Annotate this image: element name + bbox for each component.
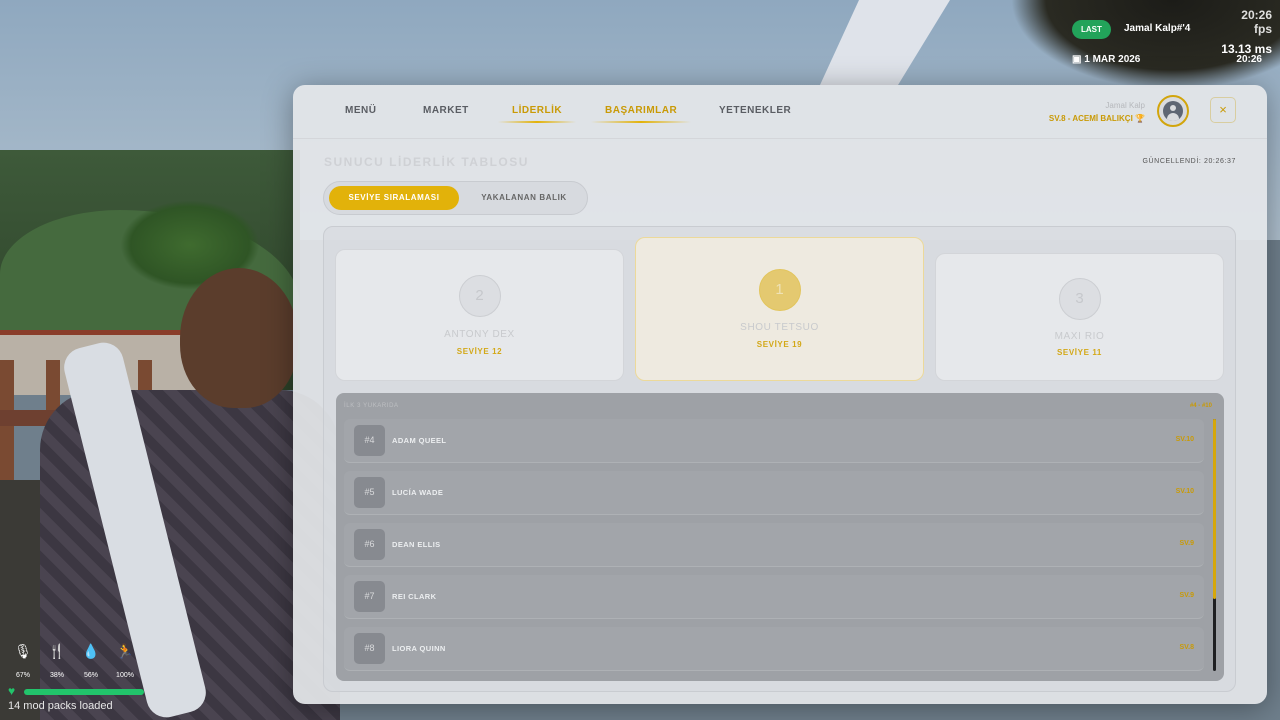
scrollbar[interactable] [1213, 419, 1216, 671]
tab-skills[interactable]: YETENEKLER [719, 105, 791, 116]
stamina-stat: 🏃 100% [110, 642, 140, 679]
player-name: REI CLARK [392, 592, 437, 601]
food-stat: 🍴 38% [42, 642, 72, 679]
hud-date: ▣ 1 MAR 2026 [1072, 54, 1140, 65]
podium-level: SEVİYE 19 [756, 340, 803, 349]
player-name: DEAN ELLIS [392, 540, 441, 549]
profile-info: Jamal Kalp SV.8 - ACEMİ BALIKÇI 🏆 [1049, 101, 1145, 123]
scrollbar-thumb[interactable] [1213, 419, 1216, 599]
rank-badge: 1 [758, 269, 801, 311]
segment-fish-caught[interactable]: YAKALANAN BALIK [464, 186, 584, 210]
podium-second[interactable]: 2 ANTONY DEX SEVİYE 12 [335, 249, 624, 381]
podium-third[interactable]: 3 MAXI RIO SEVİYE 11 [935, 253, 1224, 381]
tab-menu[interactable]: MENÜ [345, 105, 376, 116]
date-text: 1 MAR 2026 [1084, 54, 1141, 65]
tab-achievements[interactable]: BAŞARIMLAR [590, 105, 692, 123]
fork-knife-icon: 🍴 [48, 643, 66, 659]
podium-name: ANTONY DEX [444, 329, 515, 340]
updated-time: GÜNCELLENDİ: 20:26:37 [1142, 158, 1236, 165]
page-title: SUNUCU LİDERLİK TABLOSU [324, 155, 529, 169]
list-item[interactable]: #6 DEAN ELLIS SV.9 [344, 523, 1204, 567]
list-item[interactable]: #8 LIORA QUINN SV.8 [344, 627, 1204, 671]
stamina-value: 100% [116, 672, 134, 679]
last-badge: LAST [1072, 20, 1111, 39]
user-icon [1163, 101, 1183, 121]
list-item[interactable]: #7 REI CLARK SV.9 [344, 575, 1204, 619]
water-value: 56% [83, 672, 98, 679]
podium-name: SHOU TETSUO [740, 322, 819, 333]
heart-icon: ♥ [8, 684, 16, 698]
list-item[interactable]: #4 ADAM QUEEL SV.10 [344, 419, 1204, 463]
mic-value: 67% [15, 672, 30, 679]
list-item[interactable]: #5 LUCÍA WADE SV.10 [344, 471, 1204, 515]
player-name: Jamal Kalp#'4 [1124, 23, 1191, 34]
health-bar [24, 689, 144, 695]
close-button[interactable]: × [1210, 97, 1236, 123]
segment-control: SEVİYE SIRALAMASI YAKALANAN BALIK [323, 181, 588, 215]
rank-number: #7 [354, 581, 385, 612]
food-value: 38% [49, 672, 64, 679]
hud-clock: 20:26 [1236, 54, 1262, 65]
profile-level: SV.8 - ACEMİ BALIKÇI 🏆 [1049, 114, 1145, 123]
player-level: SV.10 [1175, 488, 1194, 495]
leaderboard: 2 ANTONY DEX SEVİYE 12 1 SHOU TETSUO SEV… [323, 226, 1236, 692]
fps-counter: 20:26 fps [1241, 8, 1272, 36]
microphone-icon: 🎙 [14, 643, 32, 659]
player-level: SV.8 [1179, 644, 1194, 651]
calendar-icon: ▣ [1072, 54, 1085, 65]
profile-level-text: SV.8 - ACEMİ BALIKÇI [1048, 114, 1133, 123]
character-head [180, 268, 298, 408]
list-header: İLK 3 YUKARIDA [344, 403, 399, 409]
profile-name: Jamal Kalp [1105, 101, 1145, 110]
podium-level: SEVİYE 11 [1057, 348, 1102, 357]
rank-badge: 3 [1058, 278, 1101, 320]
rank-number: #5 [354, 477, 385, 508]
ranking-list[interactable]: İLK 3 YUKARIDA #4 - #10 #4 ADAM QUEEL SV… [336, 393, 1224, 681]
tab-leaderboard[interactable]: LİDERLİK [497, 105, 577, 123]
top-nav: MENÜ MARKET LİDERLİK BAŞARIMLAR YETENEKL… [293, 85, 1267, 139]
hud-topright: 20:26 fps LAST Jamal Kalp#'4 13.13 ms ▣ … [1072, 6, 1272, 76]
rank-badge: 2 [458, 275, 501, 317]
podium-level: SEVİYE 12 [456, 347, 503, 356]
rank-number: #8 [354, 633, 385, 664]
trophy-icon: 🏆 [1135, 114, 1145, 123]
player-level: SV.10 [1175, 436, 1194, 443]
running-icon: 🏃 [116, 643, 134, 659]
podium-first[interactable]: 1 SHOU TETSUO SEVİYE 19 [635, 237, 924, 381]
mod-packs-text: 14 mod packs loaded [8, 700, 113, 712]
list-range: #4 - #10 [1189, 403, 1212, 409]
tab-market[interactable]: MARKET [423, 105, 469, 116]
player-name: LIORA QUINN [392, 644, 446, 653]
podium-name: MAXI RIO [1054, 331, 1105, 342]
player-level: SV.9 [1179, 540, 1194, 547]
mic-stat: 🎙 67% [8, 642, 38, 679]
water-drop-icon: 💧 [82, 643, 100, 659]
leaderboard-panel: MENÜ MARKET LİDERLİK BAŞARIMLAR YETENEKL… [293, 85, 1267, 704]
segment-level-ranking[interactable]: SEVİYE SIRALAMASI [329, 186, 459, 210]
water-stat: 💧 56% [76, 642, 106, 679]
player-name: LUCÍA WADE [392, 488, 444, 497]
rank-number: #6 [354, 529, 385, 560]
player-name: ADAM QUEEL [392, 436, 447, 445]
rank-number: #4 [354, 425, 385, 456]
avatar[interactable] [1157, 95, 1189, 127]
player-level: SV.9 [1179, 592, 1194, 599]
